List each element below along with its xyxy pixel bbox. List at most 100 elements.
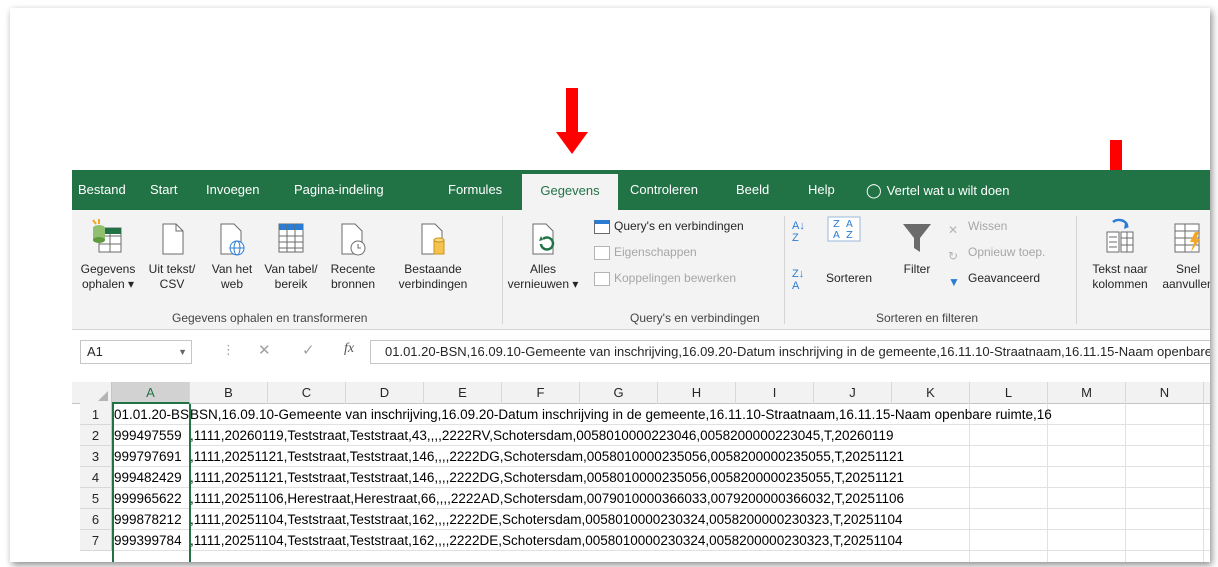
row-header[interactable]: 7 [80,530,112,551]
column-header-n[interactable]: N [1126,382,1204,404]
from-web-button[interactable]: Van het web [204,218,260,292]
clear-label: Wissen [968,219,1008,233]
from-table-range-button[interactable]: Van tabel/ bereik [260,218,322,292]
column-header-k[interactable]: K [892,382,970,404]
cell-overflow-text[interactable]: ,1111,20251104,Teststraat,Teststraat,162… [190,509,903,529]
advanced-button[interactable]: ▼ Geavanceerd [948,268,1040,289]
ribbon-tabs: Bestand Start Invoegen Pagina-indeling F… [72,170,1210,210]
select-all-button[interactable] [80,382,112,404]
red-arrow-gegevens [556,88,588,156]
sort-za-button[interactable]: Z↓ A [792,268,804,292]
cell-a[interactable]: 999797691 [112,446,190,466]
column-header-e[interactable]: E [424,382,502,404]
tab-pagina-indeling[interactable]: Pagina-indeling [294,170,384,210]
properties-button[interactable]: Eigenschappen [594,242,697,262]
tab-controleren[interactable]: Controleren [630,170,698,210]
column-header-l[interactable]: L [970,382,1048,404]
reapply-button[interactable]: ↻ Opnieuw toep. [948,242,1045,263]
column-header-a[interactable]: A [112,382,190,404]
row-header[interactable]: 3 [80,446,112,467]
tell-me-box[interactable]: ◯ Vertel wat u wilt doen [866,170,1010,210]
tab-bestand[interactable]: Bestand [78,170,126,210]
queries-icon [594,219,610,234]
properties-icon [594,245,610,260]
filter-button[interactable]: Filter [894,218,940,277]
recent-label-2: bronnen [330,277,376,291]
web-file-icon [220,223,245,256]
text-to-columns-button[interactable]: Tekst naar kolommen [1084,218,1156,292]
name-box[interactable]: A1 ▼ [80,340,192,364]
get-data-label-2: ophalen ▾ [81,277,135,291]
lightbulb-icon: ◯ [866,182,882,198]
sort-az-button[interactable]: A↓ Z [792,220,805,244]
cell-overflow-text[interactable]: ,1111,20260119,Teststraat,Teststraat,43,… [190,425,894,445]
column-header-f[interactable]: F [502,382,580,404]
row-header[interactable]: 2 [80,425,112,446]
queries-connections-button[interactable]: Query's en verbindingen [594,216,744,236]
column-header-j[interactable]: J [814,382,892,404]
table-row: 999797691,1111,20251121,Teststraat,Tests… [112,446,1210,467]
ribbon-panel: Gegevens ophalen ▾ Uit tekst/ CSV Van he… [72,210,1210,330]
column-header-d[interactable]: D [346,382,424,404]
cell-overflow-text[interactable]: BSN,16.09.10-Gemeente van inschrijving,1… [190,404,1052,424]
row-header[interactable]: 1 [80,404,112,425]
svg-text:A: A [833,230,840,241]
tab-formules[interactable]: Formules [448,170,502,210]
cell-overflow-text[interactable]: ,1111,20251121,Teststraat,Teststraat,146… [190,467,904,487]
tab-beeld[interactable]: Beeld [736,170,769,210]
name-box-value: A1 [87,344,103,359]
tab-start[interactable]: Start [150,170,177,210]
tab-help[interactable]: Help [808,170,835,210]
column-header-g[interactable]: G [580,382,658,404]
text-to-columns-label-2: kolommen [1092,277,1148,291]
from-text-csv-button[interactable]: Uit tekst/ CSV [142,218,202,292]
cell-a[interactable]: 999965622 [112,488,190,508]
database-icon [92,219,122,253]
column-header-c[interactable]: C [1204,382,1210,404]
get-data-button[interactable]: Gegevens ophalen ▾ [76,218,140,292]
existing-connections-button[interactable]: Bestaande verbindingen [388,218,478,292]
column-header-c[interactable]: C [268,382,346,404]
sort-button[interactable]: Sorteren [826,268,872,288]
chevron-down-icon[interactable]: ▼ [178,341,187,363]
sort-label: Sorteren [826,271,873,285]
edit-links-button[interactable]: Koppelingen bewerken [594,268,736,288]
enter-check-icon[interactable]: ✓ [302,341,315,359]
cell-overflow-text[interactable]: ,1111,20251104,Teststraat,Teststraat,162… [190,530,903,550]
cell-a[interactable]: 999497559 [112,425,190,445]
flash-fill-button[interactable]: Snel aanvullen [1156,218,1210,292]
insert-function-button[interactable]: fx [344,341,354,357]
cancel-icon[interactable]: ✕ [258,341,271,359]
cell-overflow-text[interactable]: ,1111,20251121,Teststraat,Teststraat,146… [190,446,904,466]
flash-fill-label-1: Snel [1175,262,1201,276]
table-row: 999965622,1111,20251106,Herestraat,Heres… [112,488,1210,509]
from-web-label-1: Van het [211,262,253,276]
refresh-all-button[interactable]: Alles vernieuwen ▾ [506,218,580,292]
column-header-i[interactable]: I [736,382,814,404]
cell-a[interactable]: 999482429 [112,467,190,487]
column-header-b[interactable]: B [190,382,268,404]
cell-a[interactable]: 999399784 [112,530,190,550]
row-header[interactable]: 4 [80,467,112,488]
sort-dialog-button: Z A A Z [824,216,864,246]
formula-input[interactable]: 01.01.20-BSN,16.09.10-Gemeente van insch… [370,340,1210,364]
column-header-m[interactable]: M [1048,382,1126,404]
cell-a[interactable]: 01.01.20-BSN [112,404,190,424]
group-separator [1076,216,1077,324]
row-header[interactable]: 5 [80,488,112,509]
existing-label-2: verbindingen [398,277,468,291]
formula-bar-grip-icon[interactable]: ⋮ [222,342,235,358]
recent-sources-button[interactable]: Recente bronnen [324,218,382,292]
tab-gegevens[interactable]: Gegevens [522,174,618,210]
column-header-h[interactable]: H [658,382,736,404]
tab-invoegen[interactable]: Invoegen [206,170,260,210]
row-header[interactable]: 6 [80,509,112,530]
from-web-label-2: web [220,277,243,291]
cell-a[interactable]: 999878212 [112,509,190,529]
sort-az-icon: A↓ Z [792,220,805,244]
cell-overflow-text[interactable]: ,1111,20251106,Herestraat,Herestraat,66,… [190,488,904,508]
from-table-label-1: Van tabel/ [264,262,318,276]
properties-label: Eigenschappen [614,245,697,259]
clear-button[interactable]: ✕ Wissen [948,216,1008,237]
svg-text:A: A [846,219,853,230]
